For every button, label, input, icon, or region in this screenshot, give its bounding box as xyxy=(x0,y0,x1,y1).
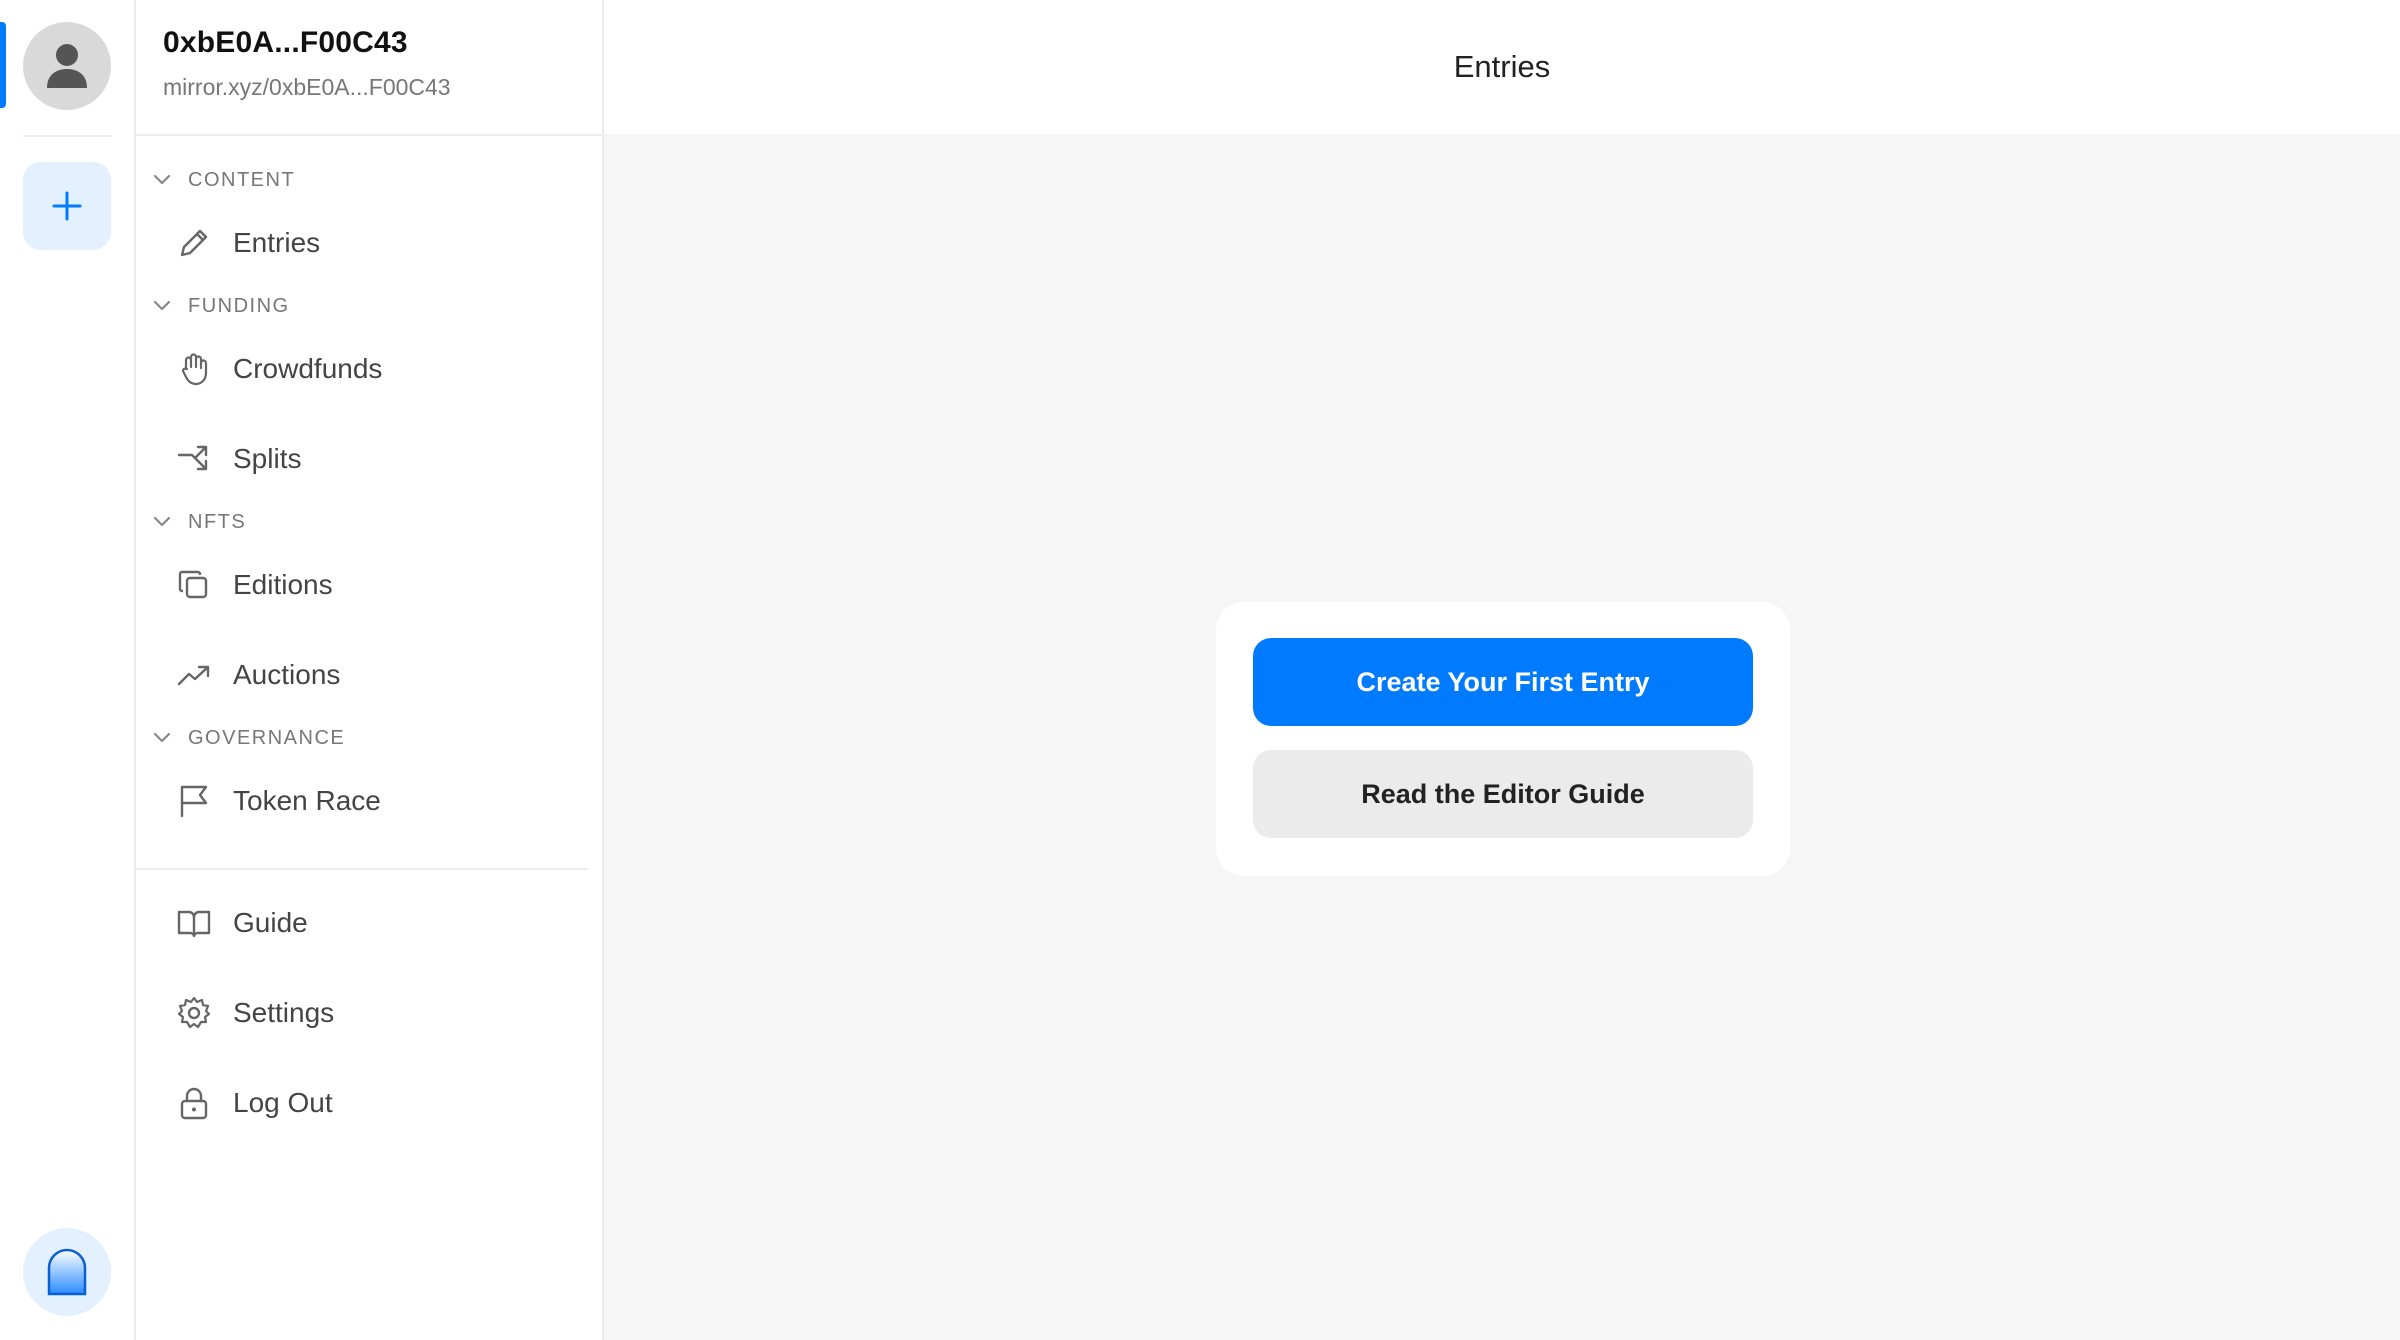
sidebar-item-splits[interactable]: Splits xyxy=(136,414,602,504)
page-header: Entries xyxy=(604,0,2400,134)
section-governance[interactable]: GOVERNANCE xyxy=(136,720,602,756)
chevron-down-icon xyxy=(153,300,171,311)
section-label: FUNDING xyxy=(188,294,290,317)
mirror-logo-icon xyxy=(47,1248,87,1296)
profile-url: mirror.xyz/0xbE0A...F00C43 xyxy=(163,74,451,100)
section-nfts[interactable]: NFTS xyxy=(136,504,602,540)
sidebar-item-label: Settings xyxy=(233,997,335,1028)
trending-up-icon xyxy=(176,657,212,693)
avatar[interactable] xyxy=(23,22,111,110)
sidebar-item-token-race[interactable]: Token Race xyxy=(136,756,602,846)
section-label: CONTENT xyxy=(188,168,296,191)
split-arrows-icon xyxy=(176,441,212,477)
hand-icon xyxy=(176,351,212,387)
chevron-down-icon xyxy=(153,516,171,527)
flag-icon xyxy=(176,783,212,819)
sidebar-item-editions[interactable]: Editions xyxy=(136,540,602,630)
sidebar-item-settings[interactable]: Settings xyxy=(136,968,588,1058)
sidebar-item-guide[interactable]: Guide xyxy=(136,878,588,968)
read-editor-guide-button[interactable]: Read the Editor Guide xyxy=(1253,750,1753,838)
sidebar-bottom-group: Guide Settings Log Out xyxy=(136,868,588,1148)
sidebar-item-label: Guide xyxy=(233,907,308,938)
section-funding[interactable]: FUNDING xyxy=(136,288,602,324)
mirror-logo-button[interactable] xyxy=(23,1228,111,1316)
active-indicator xyxy=(0,22,6,108)
app-rail xyxy=(0,0,136,1340)
create-first-entry-button[interactable]: Create Your First Entry xyxy=(1253,638,1753,726)
chevron-down-icon xyxy=(153,174,171,185)
sidebar-item-label: Token Race xyxy=(233,785,381,816)
sidebar-item-label: Crowdfunds xyxy=(233,353,383,384)
section-label: NFTS xyxy=(188,510,247,533)
lock-icon xyxy=(176,1085,212,1121)
profile-header[interactable]: 0xbE0A...F00C43 mirror.xyz/0xbE0A...F00C… xyxy=(136,0,602,136)
pencil-icon xyxy=(176,225,212,261)
rail-divider xyxy=(23,135,111,137)
gear-icon xyxy=(176,995,212,1031)
sidebar-item-entries[interactable]: Entries xyxy=(136,198,602,288)
profile-name: 0xbE0A...F00C43 xyxy=(163,26,408,59)
add-publication-button[interactable] xyxy=(23,162,111,250)
section-content[interactable]: CONTENT xyxy=(136,162,602,198)
empty-state-card: Create Your First Entry Read the Editor … xyxy=(1216,602,1790,876)
plus-icon xyxy=(52,191,82,221)
page-title: Entries xyxy=(1453,49,1551,84)
copy-icon xyxy=(176,567,212,603)
sidebar-item-auctions[interactable]: Auctions xyxy=(136,630,602,720)
sidebar-item-label: Entries xyxy=(233,227,321,258)
sidebar: 0xbE0A...F00C43 mirror.xyz/0xbE0A...F00C… xyxy=(136,0,604,1340)
section-label: GOVERNANCE xyxy=(188,726,346,749)
sidebar-item-label: Editions xyxy=(233,569,333,600)
sidebar-item-label: Splits xyxy=(233,443,302,474)
sidebar-item-label: Log Out xyxy=(233,1087,333,1118)
sidebar-item-label: Auctions xyxy=(233,659,341,690)
sidebar-item-crowdfunds[interactable]: Crowdfunds xyxy=(136,324,602,414)
chevron-down-icon xyxy=(153,732,171,743)
user-icon xyxy=(47,44,87,88)
book-icon xyxy=(176,905,212,941)
sidebar-item-log-out[interactable]: Log Out xyxy=(136,1058,588,1148)
